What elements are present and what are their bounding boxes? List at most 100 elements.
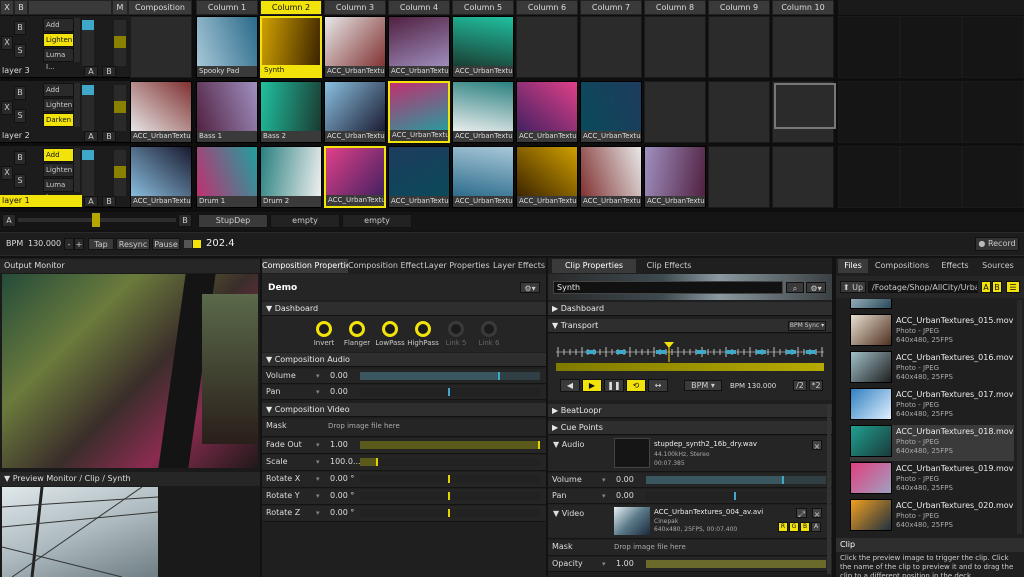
layer-3-video-fader-handle[interactable] bbox=[82, 20, 94, 30]
bpm-plus-button[interactable]: + bbox=[74, 238, 84, 250]
clip-tab-0[interactable]: Clip Properties bbox=[552, 259, 636, 273]
composition-video-slider-3[interactable] bbox=[360, 492, 540, 500]
file-item[interactable]: ACC_UrbanTextures_016.mov Photo - JPEG 640… bbox=[850, 351, 1014, 387]
clip-label[interactable]: ACC_UrbanTextures bbox=[131, 131, 191, 142]
layer-2-blend-scroll[interactable] bbox=[74, 83, 80, 127]
dashboard-knob-1[interactable] bbox=[349, 321, 365, 337]
clip-label[interactable]: ACC_UrbanTextures bbox=[453, 66, 513, 77]
rgba-b-button[interactable]: B bbox=[800, 522, 810, 532]
composition-video-slider-0[interactable] bbox=[360, 441, 540, 449]
audio-waveform-thumb[interactable] bbox=[614, 438, 650, 468]
clip-label[interactable]: ACC_UrbanTextures bbox=[389, 196, 449, 207]
slider-handle[interactable] bbox=[448, 475, 450, 483]
composition-tab-0[interactable]: Composition Properties bbox=[262, 259, 348, 273]
composition-tab-2[interactable]: Layer Properties bbox=[424, 259, 490, 273]
deck-b-header[interactable]: B bbox=[14, 0, 28, 15]
composition-video-row-0[interactable]: Fade Out ▾ 1.00 bbox=[262, 438, 546, 454]
clip-slot-empty[interactable] bbox=[708, 16, 770, 78]
layer-2-name[interactable]: layer 2 bbox=[0, 130, 82, 142]
layer-1-blend-0[interactable]: Add bbox=[43, 148, 74, 162]
crossfader-handle[interactable] bbox=[92, 213, 100, 227]
clip-slot-empty[interactable] bbox=[962, 16, 1024, 78]
selected-empty-slot[interactable] bbox=[774, 83, 836, 129]
layer-3-blend-0[interactable]: Add bbox=[43, 18, 74, 32]
clip-label[interactable]: ACC_UrbanTextures bbox=[389, 66, 449, 77]
file-item[interactable]: ACC_UrbanTextures_018.mov Photo - JPEG 640… bbox=[850, 425, 1014, 461]
composition-tab-3[interactable]: Layer Effects bbox=[490, 259, 548, 273]
composition-video-row-3[interactable]: Rotate Y ▾ 0.00 ° bbox=[262, 489, 546, 505]
deck-m-header[interactable]: M bbox=[112, 0, 128, 15]
layer-1-blend-scroll[interactable] bbox=[74, 148, 80, 192]
clip-mask-row[interactable]: Mask Drop image file here bbox=[548, 540, 832, 556]
clip-thumbnail[interactable]: ACC_UrbanTextures bbox=[324, 146, 386, 208]
clip-label[interactable]: Bass 2 bbox=[261, 131, 321, 142]
clip-audio-remove-button[interactable]: × bbox=[812, 440, 822, 451]
clip-slot-empty[interactable] bbox=[838, 146, 900, 208]
layer-3-blend-scroll[interactable] bbox=[74, 18, 80, 62]
slider-handle[interactable] bbox=[498, 372, 500, 380]
rgba-r-button[interactable]: R bbox=[778, 522, 788, 532]
slider-handle[interactable] bbox=[448, 388, 450, 396]
dashboard-knob-3[interactable] bbox=[415, 321, 431, 337]
bpm-minus-button[interactable]: - bbox=[64, 238, 74, 250]
clip-transport-bounce-button[interactable]: ↔ bbox=[648, 379, 668, 392]
clip-label[interactable]: Bass 1 bbox=[197, 131, 257, 142]
clip-transport-pause-button[interactable]: ❚❚ bbox=[604, 379, 624, 392]
clip-video-fit-button[interactable]: ⤢ bbox=[796, 508, 807, 519]
clip-slot-empty[interactable] bbox=[644, 81, 706, 143]
column-header-6[interactable]: Column 6 bbox=[516, 0, 578, 15]
browser-scrollbar[interactable] bbox=[1017, 300, 1022, 534]
bpm-value[interactable]: 130.000 bbox=[28, 239, 61, 248]
layer-3-a-button[interactable]: A bbox=[84, 66, 98, 77]
browser-tab-1[interactable]: Compositions bbox=[870, 259, 934, 273]
clip-label[interactable]: ACC_UrbanTextures bbox=[326, 195, 384, 206]
layer-1-a-button[interactable]: A bbox=[84, 196, 98, 207]
clip-label[interactable]: ACC_UrbanTextures bbox=[390, 130, 448, 141]
crossfader-a-button[interactable]: A bbox=[2, 214, 16, 227]
layer-1-blend-1[interactable]: Lighten bbox=[43, 163, 74, 177]
layer-2-audio-fader-handle[interactable] bbox=[114, 101, 126, 113]
clip-slot-empty[interactable] bbox=[900, 81, 962, 143]
clip-bpm-half-button[interactable]: /2 bbox=[793, 380, 807, 391]
browser-tab-3[interactable]: Sources bbox=[976, 259, 1020, 273]
clip-thumbnail[interactable]: ACC_UrbanTextures bbox=[452, 16, 514, 78]
layer-1-solo-button[interactable]: S bbox=[14, 174, 26, 188]
layer-1-name[interactable]: layer 1 bbox=[0, 195, 82, 207]
clip-slot-empty[interactable] bbox=[900, 146, 962, 208]
composition-video-row-4[interactable]: Rotate Z ▾ 0.00 ° bbox=[262, 506, 546, 522]
layer-3-b-button[interactable]: B bbox=[102, 66, 116, 77]
resync-button[interactable]: Resync bbox=[116, 238, 150, 250]
layer-1-video-fader-handle[interactable] bbox=[82, 150, 94, 160]
video-thumb[interactable] bbox=[614, 507, 650, 535]
clip-label[interactable]: ACC_UrbanTextures bbox=[517, 196, 577, 207]
layer-2-b-button[interactable]: B bbox=[102, 131, 116, 142]
composition-video-slider-2[interactable] bbox=[360, 475, 540, 483]
layer-1-b-button[interactable]: B bbox=[102, 196, 116, 207]
composition-audio-slider-0[interactable] bbox=[360, 372, 540, 380]
clip-thumbnail[interactable]: ACC_UrbanTextures bbox=[580, 146, 642, 208]
output-monitor-image[interactable] bbox=[2, 274, 258, 468]
tap-button[interactable]: Tap bbox=[88, 238, 114, 250]
layer-2-blend-1[interactable]: Lighten bbox=[43, 98, 74, 112]
preview-monitor-image[interactable] bbox=[2, 487, 158, 577]
clip-transport-play-forward-button[interactable]: ▶ bbox=[582, 379, 602, 392]
layer-3-clear-button[interactable]: X bbox=[1, 36, 13, 50]
clip-volume-row[interactable]: Volume ▾ 0.00 bbox=[548, 473, 832, 488]
clip-label[interactable]: ACC_UrbanTextures bbox=[325, 66, 385, 77]
clip-thumbnail[interactable]: ACC_UrbanTextures bbox=[516, 146, 578, 208]
composition-video-header[interactable]: ▼ Composition Video bbox=[262, 403, 546, 417]
column-header-1[interactable]: Column 1 bbox=[196, 0, 258, 15]
composition-menu-button[interactable]: ⚙▾ bbox=[520, 282, 540, 293]
composition-video-slider-4[interactable] bbox=[360, 509, 540, 517]
column-header-8[interactable]: Column 8 bbox=[644, 0, 706, 15]
layer-1-bypass-button[interactable]: B bbox=[14, 151, 26, 165]
clip-thumbnail[interactable]: ACC_UrbanTextures bbox=[580, 81, 642, 143]
layer-2-clear-button[interactable]: X bbox=[1, 101, 13, 115]
clip-thumbnail[interactable]: ACC_UrbanTextures bbox=[516, 81, 578, 143]
clip-label[interactable]: ACC_UrbanTextures bbox=[517, 131, 577, 142]
column-header-10[interactable]: Column 10 bbox=[772, 0, 834, 15]
clip-pan-handle[interactable] bbox=[734, 492, 736, 500]
clip-thumbnail[interactable]: Bass 2 bbox=[260, 81, 322, 143]
clip-slot-empty[interactable] bbox=[772, 146, 834, 208]
browser-view-toggle[interactable]: ☰ bbox=[1006, 281, 1020, 293]
